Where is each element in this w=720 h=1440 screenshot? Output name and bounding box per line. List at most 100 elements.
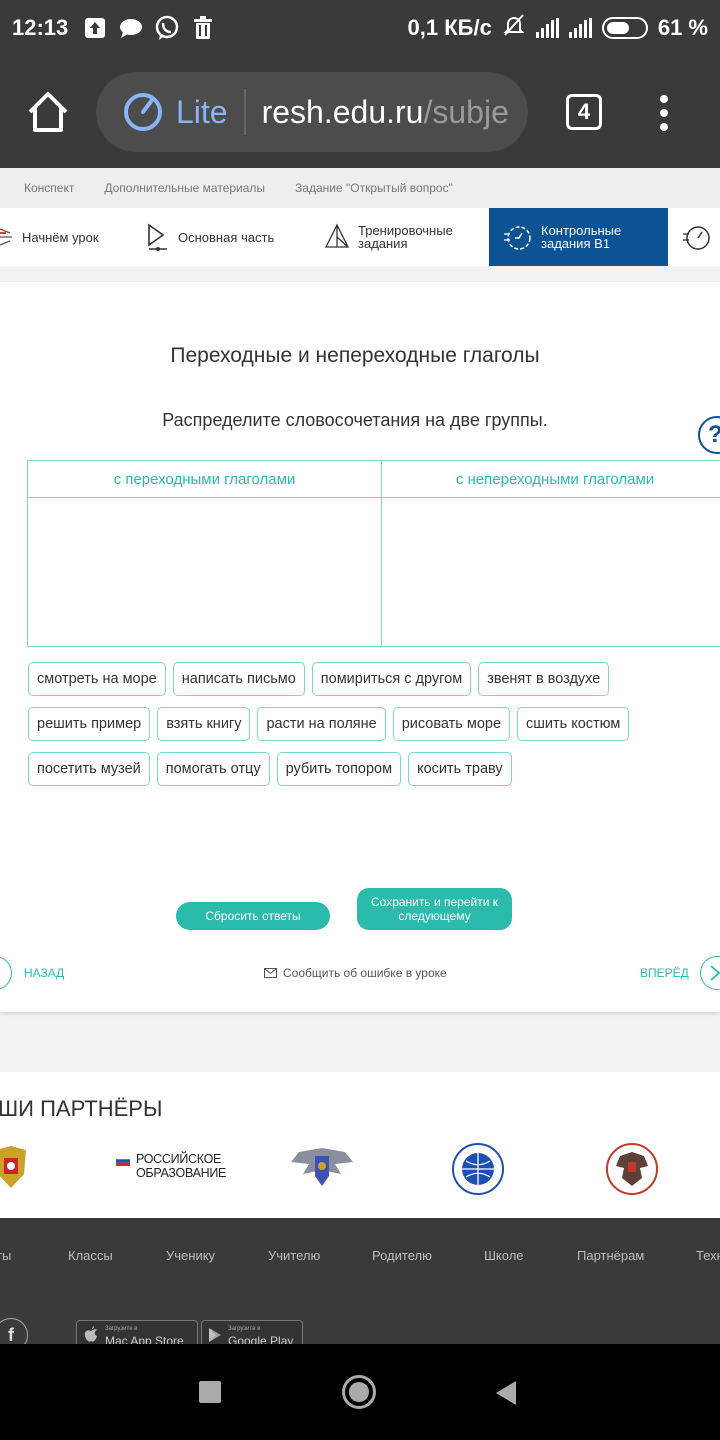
chat-icon	[118, 15, 144, 41]
app-store-label: Mac App Store	[105, 1334, 184, 1344]
back-arrow-button[interactable]	[0, 956, 12, 990]
group-transitive-header: с переходными глаголами	[28, 461, 381, 498]
chip-row: решить пример взять книгу расти на полян…	[28, 707, 708, 741]
url-text: resh.edu.ru/subje	[262, 94, 509, 131]
russian-education-logo[interactable]: РОССИЙСКОЕ ОБРАЗОВАНИЕ	[116, 1152, 226, 1180]
dot-icon	[660, 109, 668, 117]
phrase-chip[interactable]: смотреть на море	[28, 662, 166, 696]
url-path: /subje	[423, 93, 509, 130]
trash-icon	[190, 15, 216, 41]
chip-row: посетить музей помогать отцу рубить топо…	[28, 752, 708, 786]
footer-link-partners[interactable]: Партнёрам	[577, 1248, 644, 1263]
footer-link-parent[interactable]: Родителю	[372, 1248, 432, 1263]
eagle-emblem-logo[interactable]	[289, 1142, 355, 1197]
military-history-society-logo[interactable]	[604, 1142, 660, 1201]
phrase-chip[interactable]: помириться с другом	[311, 662, 472, 696]
battery-percent: 61 %	[657, 15, 708, 40]
report-error-label: Сообщить об ошибке в уроке	[283, 966, 447, 980]
geographic-society-logo[interactable]	[448, 1142, 508, 1201]
phrase-chip[interactable]: помогать отцу	[156, 752, 270, 786]
viber-icon	[154, 15, 180, 41]
address-bar[interactable]: Lite resh.edu.ru/subje	[96, 72, 528, 152]
app-store-button[interactable]: Загрузите в Mac App Store	[76, 1320, 198, 1344]
subnav-konspekt[interactable]: Конспект	[24, 181, 74, 195]
phrase-chip[interactable]: посетить музей	[28, 752, 150, 786]
battery-fill	[606, 22, 629, 34]
footer-link-classes[interactable]: Классы	[68, 1248, 113, 1263]
task-title: Переходные и непереходные глаголы	[170, 344, 540, 367]
pyramid-icon	[324, 223, 350, 248]
step-next[interactable]	[668, 208, 720, 266]
group-transitive[interactable]: с переходными глаголами	[28, 461, 382, 646]
footer-links: ты Классы Ученику Учителю Родителю Школе…	[0, 1248, 720, 1268]
web-page: Конспект Дополнительные материалы Задани…	[0, 168, 720, 1344]
reset-answers-button[interactable]: Сбросить ответы	[176, 902, 330, 930]
tabs-button[interactable]: 4	[566, 94, 602, 130]
speedometer-icon	[124, 93, 162, 131]
phrase-chip[interactable]: рубить топором	[276, 752, 402, 786]
report-error-link[interactable]: Сообщить об ошибке в уроке	[264, 966, 447, 980]
step-control-label: Контрольные задания В1	[541, 224, 621, 250]
facebook-button[interactable]: f	[0, 1318, 28, 1344]
ministry-emblem-logo[interactable]	[0, 1144, 30, 1195]
upload-icon	[82, 15, 108, 41]
task-card: Переходные и непереходные глаголы Распре…	[0, 282, 720, 1012]
home-nav-button[interactable]	[342, 1375, 376, 1409]
subnav-open-question[interactable]: Задание "Открытый вопрос"	[295, 181, 453, 195]
footer-link[interactable]: ты	[0, 1248, 11, 1263]
chip-row: смотреть на море написать письмо помирит…	[28, 662, 708, 696]
drop-zones: с переходными глаголами с непереходными …	[27, 460, 720, 647]
site-footer: ты Классы Ученику Учителю Родителю Школе…	[0, 1218, 720, 1344]
phrase-chip[interactable]: расти на поляне	[257, 707, 386, 741]
home-icon	[28, 92, 68, 132]
back-link[interactable]: НАЗАД	[24, 966, 64, 980]
google-play-button[interactable]: Загрузите в Google Play	[201, 1320, 303, 1344]
group-intransitive-header: с непереходными глаголами	[382, 461, 720, 498]
footer-link-teacher[interactable]: Учителю	[268, 1248, 320, 1263]
ro-line2: ОБРАЗОВАНИЕ	[136, 1166, 227, 1180]
chevron-right-icon	[710, 965, 720, 981]
play-icon	[148, 223, 167, 251]
step-main-part[interactable]: Основная часть	[134, 208, 312, 266]
url-separator	[243, 89, 246, 135]
lesson-subnav: Конспект Дополнительные материалы Задани…	[0, 168, 720, 208]
home-button[interactable]	[22, 86, 74, 138]
step-training[interactable]: Тренировочные задания	[312, 208, 489, 266]
sun-icon	[0, 228, 12, 246]
network-speed: 0,1 КБ/с	[407, 15, 492, 40]
url-host: resh.edu.ru	[261, 93, 424, 130]
forward-arrow-button[interactable]	[700, 956, 720, 990]
phrase-chip[interactable]: решить пример	[28, 707, 151, 741]
phrase-chip[interactable]: косить траву	[408, 752, 512, 786]
phrase-chip[interactable]: написать письмо	[172, 662, 305, 696]
footer-link-school[interactable]: Школе	[484, 1248, 524, 1263]
step-training-line2: задания	[358, 236, 408, 251]
lite-mode-label: Lite	[176, 93, 228, 130]
step-training-label: Тренировочные задания	[358, 224, 453, 250]
browser-menu-button[interactable]	[654, 92, 674, 132]
phrase-chip[interactable]: звенят в воздухе	[478, 662, 610, 696]
russian-education-text: РОССИЙСКОЕ ОБРАЗОВАНИЕ	[136, 1152, 226, 1180]
save-and-next-button[interactable]: Сохранить и перейти к следующему	[357, 888, 512, 930]
envelope-icon	[264, 968, 277, 978]
status-bar: 12:13 0,1 КБ/с 61 %	[0, 0, 720, 56]
footer-link-student[interactable]: Ученику	[166, 1248, 215, 1263]
home-dot-icon	[349, 1382, 369, 1402]
ro-line1: РОССИЙСКОЕ	[136, 1152, 222, 1166]
forward-link[interactable]: ВПЕРЁД	[640, 966, 689, 980]
app-store-text: Загрузите в Mac App Store	[105, 1323, 184, 1344]
system-nav-bar	[0, 1344, 720, 1440]
status-right: 0,1 КБ/с 61 %	[408, 13, 708, 43]
recents-button[interactable]	[199, 1381, 221, 1403]
subnav-extra-materials[interactable]: Дополнительные материалы	[104, 181, 265, 195]
step-start-lesson[interactable]: Начнём урок	[0, 208, 134, 266]
phrase-chip[interactable]: рисовать море	[392, 707, 511, 741]
phrase-chip[interactable]: сшить костюм	[517, 707, 630, 741]
phrase-chips: смотреть на море написать письмо помирит…	[28, 662, 708, 797]
footer-link-tech[interactable]: Техн	[696, 1248, 720, 1263]
step-control[interactable]: Контрольные задания В1	[489, 208, 668, 266]
group-intransitive[interactable]: с непереходными глаголами	[382, 461, 720, 646]
phrase-chip[interactable]: взять книгу	[157, 707, 251, 741]
battery-icon	[601, 17, 648, 39]
back-nav-button[interactable]	[494, 1380, 518, 1406]
